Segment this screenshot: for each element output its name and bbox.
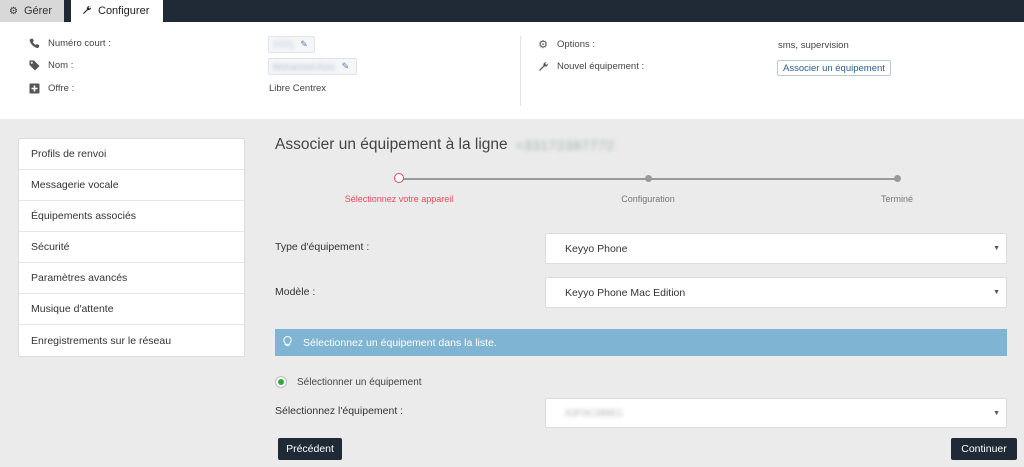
numero-court-value: 7771 (273, 39, 295, 50)
sidebar-item-equipements-associes[interactable]: Équipements associés (19, 201, 244, 232)
tab-configurer-label: Configurer (98, 5, 150, 17)
nom-field[interactable]: Mohamed Aziz ✎ (268, 58, 357, 75)
sidebar-item-enregistrements[interactable]: Enregistrements sur le réseau (19, 325, 244, 356)
sidebar-item-parametres-avances[interactable]: Paramètres avancés (19, 263, 244, 294)
sidebar-item-musique-attente[interactable]: Musique d'attente (19, 294, 244, 325)
lightbulb-icon (283, 335, 292, 350)
associer-equipement-button[interactable]: Associer un équipement (777, 60, 891, 76)
tab-gerer[interactable]: ⚙ Gérer (0, 0, 64, 22)
device-value: A3F9C2B8E1 (565, 408, 624, 418)
line-number: +33172387772 (515, 137, 615, 153)
continuer-button[interactable]: Continuer (951, 438, 1017, 460)
pencil-icon[interactable]: ✎ (342, 61, 350, 72)
info-alert: Sélectionnez un équipement dans la liste… (275, 329, 1007, 356)
modele-value: Keyyo Phone Mac Edition (565, 286, 686, 299)
options-row: ⚙ Options : (535, 36, 595, 52)
gear-icon: ⚙ (538, 38, 548, 51)
numero-court-label: Numéro court : (48, 37, 111, 49)
sidebar-item-profils-de-renvoi[interactable]: Profils de renvoi (19, 139, 244, 170)
nouvel-equipement-label: Nouvel équipement : (557, 60, 645, 72)
divider (520, 36, 521, 106)
pencil-icon[interactable]: ✎ (300, 39, 308, 50)
step-label-appareil: Sélectionnez votre appareil (344, 194, 454, 204)
wrench-icon (535, 61, 551, 72)
numero-court-field[interactable]: 7771 ✎ (268, 36, 315, 53)
step-dot (645, 175, 652, 182)
select-equipment-radio[interactable] (275, 376, 287, 388)
step-connector (649, 178, 896, 180)
type-equipement-label: Type d'équipement : (275, 241, 370, 253)
nom-value: Mohamed Aziz (273, 61, 336, 72)
tag-icon (26, 60, 42, 71)
step-dot-active (394, 173, 404, 183)
page-title-text: Associer un équipement à la ligne (275, 136, 508, 153)
numero-court-row: Numéro court : (26, 35, 111, 51)
sidebar-item-messagerie-vocale[interactable]: Messagerie vocale (19, 170, 244, 201)
tab-configurer[interactable]: Configurer (71, 0, 163, 22)
offre-label: Offre : (48, 82, 75, 94)
select-equipment-radio-row: Sélectionner un équipement (275, 376, 422, 388)
step-connector (403, 178, 646, 180)
step-label-configuration: Configuration (621, 194, 675, 204)
radio-selected-dot (278, 379, 284, 385)
nom-label: Nom : (48, 59, 74, 71)
device-select[interactable]: A3F9C2B8E1 ▼ (545, 398, 1007, 428)
alert-text: Sélectionnez un équipement dans la liste… (303, 336, 497, 349)
sidebar-item-securite[interactable]: Sécurité (19, 232, 244, 263)
line-info-panel: Numéro court : 7771 ✎ Nom : Mohamed Aziz… (0, 22, 1024, 119)
options-value: sms, supervision (778, 40, 849, 51)
wrench-icon (82, 5, 92, 18)
phone-icon (26, 38, 42, 49)
nom-row: Nom : (26, 57, 73, 73)
precedent-button[interactable]: Précédent (278, 438, 342, 460)
settings-cogs-icon: ⚙ (9, 5, 18, 17)
top-tab-bar: ⚙ Gérer Configurer (0, 0, 1024, 22)
page-title: Associer un équipement à la ligne +33172… (275, 136, 615, 154)
plus-square-icon (26, 83, 42, 94)
wizard-stepper: Sélectionnez votre appareil Configuratio… (275, 168, 1015, 208)
type-equipement-value: Keyyo Phone (565, 242, 628, 255)
select-equipment-radio-label: Sélectionner un équipement (297, 376, 422, 388)
type-equipement-select[interactable]: Keyyo Phone ▼ (545, 233, 1007, 264)
chevron-down-icon: ▼ (993, 289, 1000, 296)
tab-gerer-label: Gérer (23, 5, 53, 17)
offre-row: Offre : (26, 80, 74, 96)
step-label-termine: Terminé (880, 194, 914, 204)
chevron-down-icon: ▼ (993, 410, 1000, 417)
modele-label: Modèle : (275, 286, 316, 298)
sidebar-menu: Profils de renvoi Messagerie vocale Équi… (18, 138, 245, 357)
chevron-down-icon: ▼ (993, 245, 1000, 252)
modele-select[interactable]: Keyyo Phone Mac Edition ▼ (545, 277, 1007, 308)
options-label: Options : (557, 38, 596, 50)
nouvel-equipement-row: Nouvel équipement : (535, 58, 644, 74)
offre-value: Libre Centrex (269, 83, 327, 94)
device-label: Sélectionnez l'équipement : (275, 405, 404, 417)
step-dot (894, 175, 901, 182)
